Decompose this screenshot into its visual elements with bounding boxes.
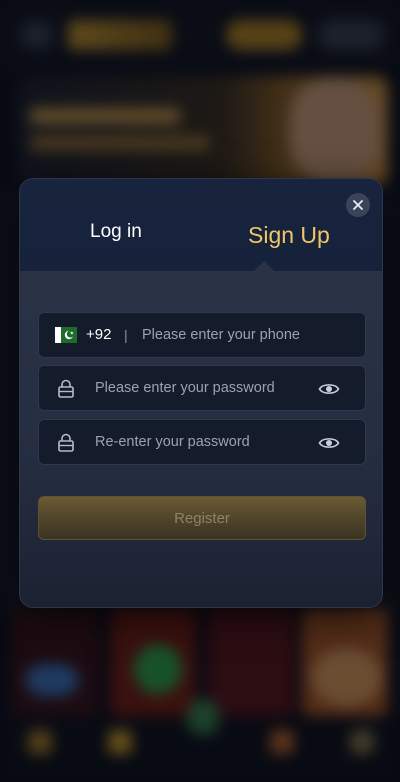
- confirm-password-field[interactable]: Re-enter your password: [38, 419, 366, 465]
- active-tab-indicator: [246, 261, 282, 279]
- close-button[interactable]: [346, 193, 370, 217]
- pakistan-flag-icon: [55, 327, 77, 343]
- password-input[interactable]: Please enter your password: [95, 380, 275, 396]
- lock-icon: [58, 433, 74, 452]
- lock-icon: [58, 379, 74, 398]
- phone-field[interactable]: +92 | Please enter your phone: [38, 312, 366, 358]
- close-icon: [353, 200, 363, 210]
- country-code[interactable]: +92: [86, 326, 111, 343]
- eye-icon[interactable]: [318, 434, 340, 452]
- phone-input[interactable]: Please enter your phone: [142, 327, 300, 343]
- eye-icon[interactable]: [318, 380, 340, 398]
- tab-login[interactable]: Log in: [90, 221, 142, 243]
- tab-signup[interactable]: Sign Up: [248, 222, 330, 249]
- password-field[interactable]: Please enter your password: [38, 365, 366, 411]
- register-button[interactable]: Register: [38, 496, 366, 540]
- phone-separator: |: [124, 327, 128, 343]
- confirm-password-input[interactable]: Re-enter your password: [95, 434, 250, 450]
- signup-modal: Log in Sign Up +92 | Please enter your p…: [19, 178, 383, 608]
